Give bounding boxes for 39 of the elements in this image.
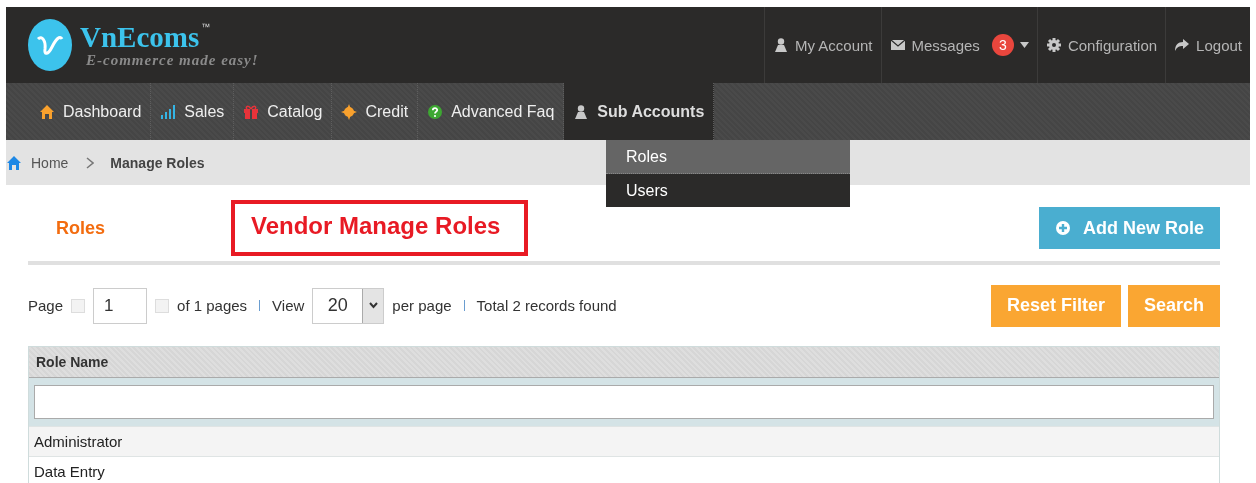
breadcrumb-current: Manage Roles (110, 154, 205, 171)
help-icon (427, 103, 444, 120)
per-page-select[interactable]: 20 (312, 287, 385, 324)
filter-input[interactable] (34, 385, 1214, 419)
table-cell: Administrator (29, 426, 1219, 456)
previous-page-button[interactable] (71, 298, 86, 313)
menu-item[interactable]: Roles (606, 140, 850, 174)
logo-icon (28, 19, 72, 71)
per-page-label: per page (392, 297, 452, 314)
record-count: Total 2 records found (476, 297, 617, 314)
gift-icon (243, 103, 260, 120)
chevron-down-icon (368, 302, 378, 309)
home-icon (39, 103, 55, 120)
breadcrumb-link[interactable]: Home (6, 154, 69, 171)
plus-circle-icon (1055, 220, 1071, 236)
table-cell: Data Entry (29, 456, 1219, 483)
signal-bars-icon (160, 103, 177, 120)
user-icon (573, 103, 590, 120)
page-label: Page (28, 297, 64, 314)
arrow-icon (1174, 37, 1191, 53)
sun-icon (341, 103, 358, 120)
nav-item[interactable]: Sub Accounts (564, 83, 715, 140)
user-icon (772, 37, 789, 53)
chevron-icon (86, 156, 95, 169)
caret-icon[interactable] (1019, 42, 1029, 48)
menu-item[interactable]: Users (606, 174, 850, 207)
mail-icon (889, 37, 906, 53)
message-count-badge: 3 (991, 34, 1014, 56)
tagline: E-commerce made easy! (86, 51, 259, 69)
next-page-button[interactable] (155, 298, 170, 313)
view-label: View (272, 297, 305, 314)
trademark: ™ (201, 21, 211, 32)
brand-name: VnEcoms (80, 21, 200, 52)
page-title: Vendor Manage Roles (231, 200, 529, 256)
page-count: of 1 pages (177, 297, 248, 314)
home-icon (6, 154, 22, 171)
column-header: Role Name (29, 347, 1219, 378)
settings-icon (1045, 37, 1062, 53)
page-input[interactable]: 1 (93, 287, 148, 324)
